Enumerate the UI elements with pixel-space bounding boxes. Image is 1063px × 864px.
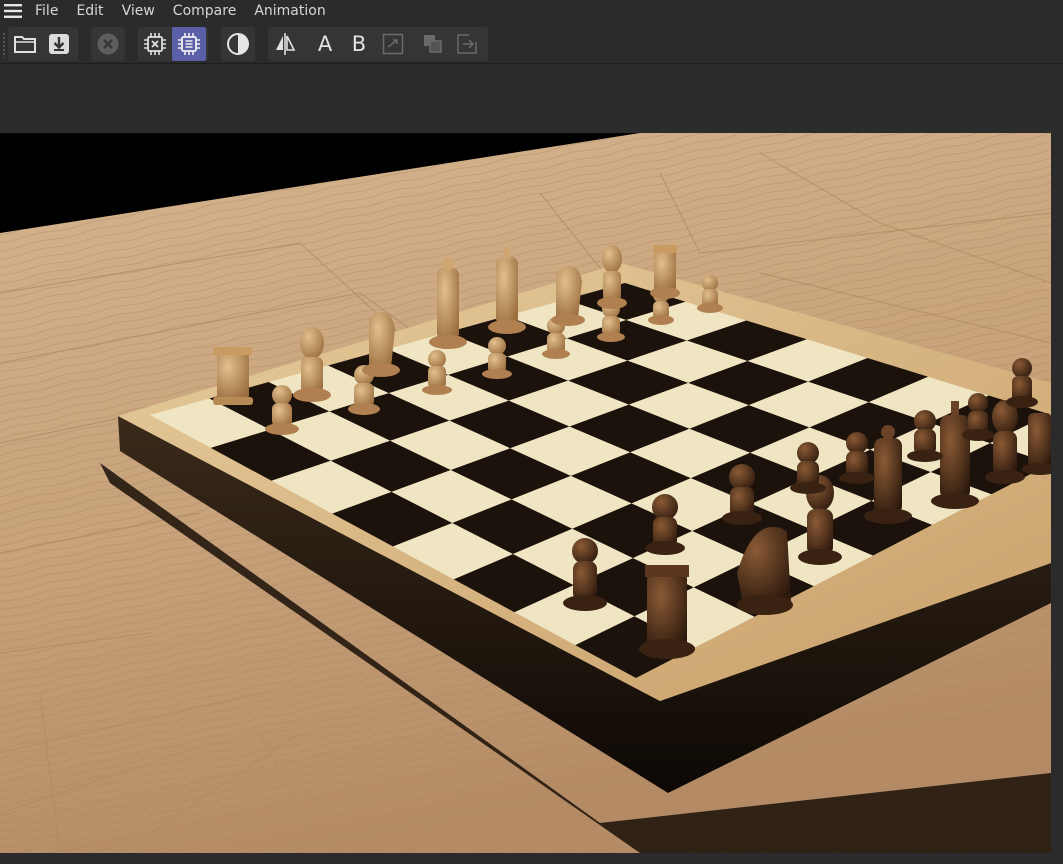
compare-split-icon — [276, 33, 296, 55]
hamburger-menu-icon[interactable] — [0, 0, 26, 22]
compare-group: A B — [268, 27, 488, 61]
menu-edit[interactable]: Edit — [67, 0, 112, 22]
export-icon — [457, 34, 477, 54]
viewport-header-area — [0, 64, 1063, 133]
open-button[interactable] — [8, 27, 42, 61]
compare-split-button[interactable] — [268, 27, 302, 61]
swap-icon — [382, 33, 404, 55]
contrast-group — [221, 27, 255, 61]
swap-ab-button[interactable] — [376, 27, 410, 61]
stop-circle-icon — [97, 33, 119, 55]
snapshot-a-label: A — [317, 32, 333, 56]
snapshot-b-label: B — [351, 32, 367, 56]
menu-file[interactable]: File — [26, 0, 67, 22]
chip-icon — [178, 33, 200, 55]
cpu-render-button[interactable] — [138, 27, 172, 61]
download-icon — [49, 34, 69, 54]
gpu-render-button[interactable] — [172, 27, 206, 61]
folder-open-icon — [14, 36, 36, 53]
menu-view[interactable]: View — [113, 0, 164, 22]
toolbar-grip-handle[interactable] — [2, 32, 6, 58]
menu-animation[interactable]: Animation — [245, 0, 334, 22]
snapshot-a-button[interactable]: A — [308, 27, 342, 61]
copy-icon — [424, 35, 442, 53]
contrast-icon — [227, 33, 249, 55]
status-area — [0, 853, 1063, 864]
menu-compare[interactable]: Compare — [164, 0, 246, 22]
cpu-icon — [144, 33, 166, 55]
toolbar: A B — [0, 25, 1063, 64]
render-image — [0, 133, 1051, 853]
viewport-right-edge — [1051, 133, 1063, 853]
copy-button[interactable] — [416, 27, 450, 61]
menu-bar: File Edit View Compare Animation — [0, 0, 1063, 22]
render-mode-group — [138, 27, 208, 61]
save-button[interactable] — [42, 27, 76, 61]
export-button[interactable] — [450, 27, 484, 61]
stop-render-button[interactable] — [91, 27, 125, 61]
render-viewport[interactable] — [0, 133, 1051, 853]
file-group — [8, 27, 78, 61]
contrast-button[interactable] — [221, 27, 255, 61]
snapshot-b-button[interactable]: B — [342, 27, 376, 61]
stop-group — [91, 27, 125, 61]
